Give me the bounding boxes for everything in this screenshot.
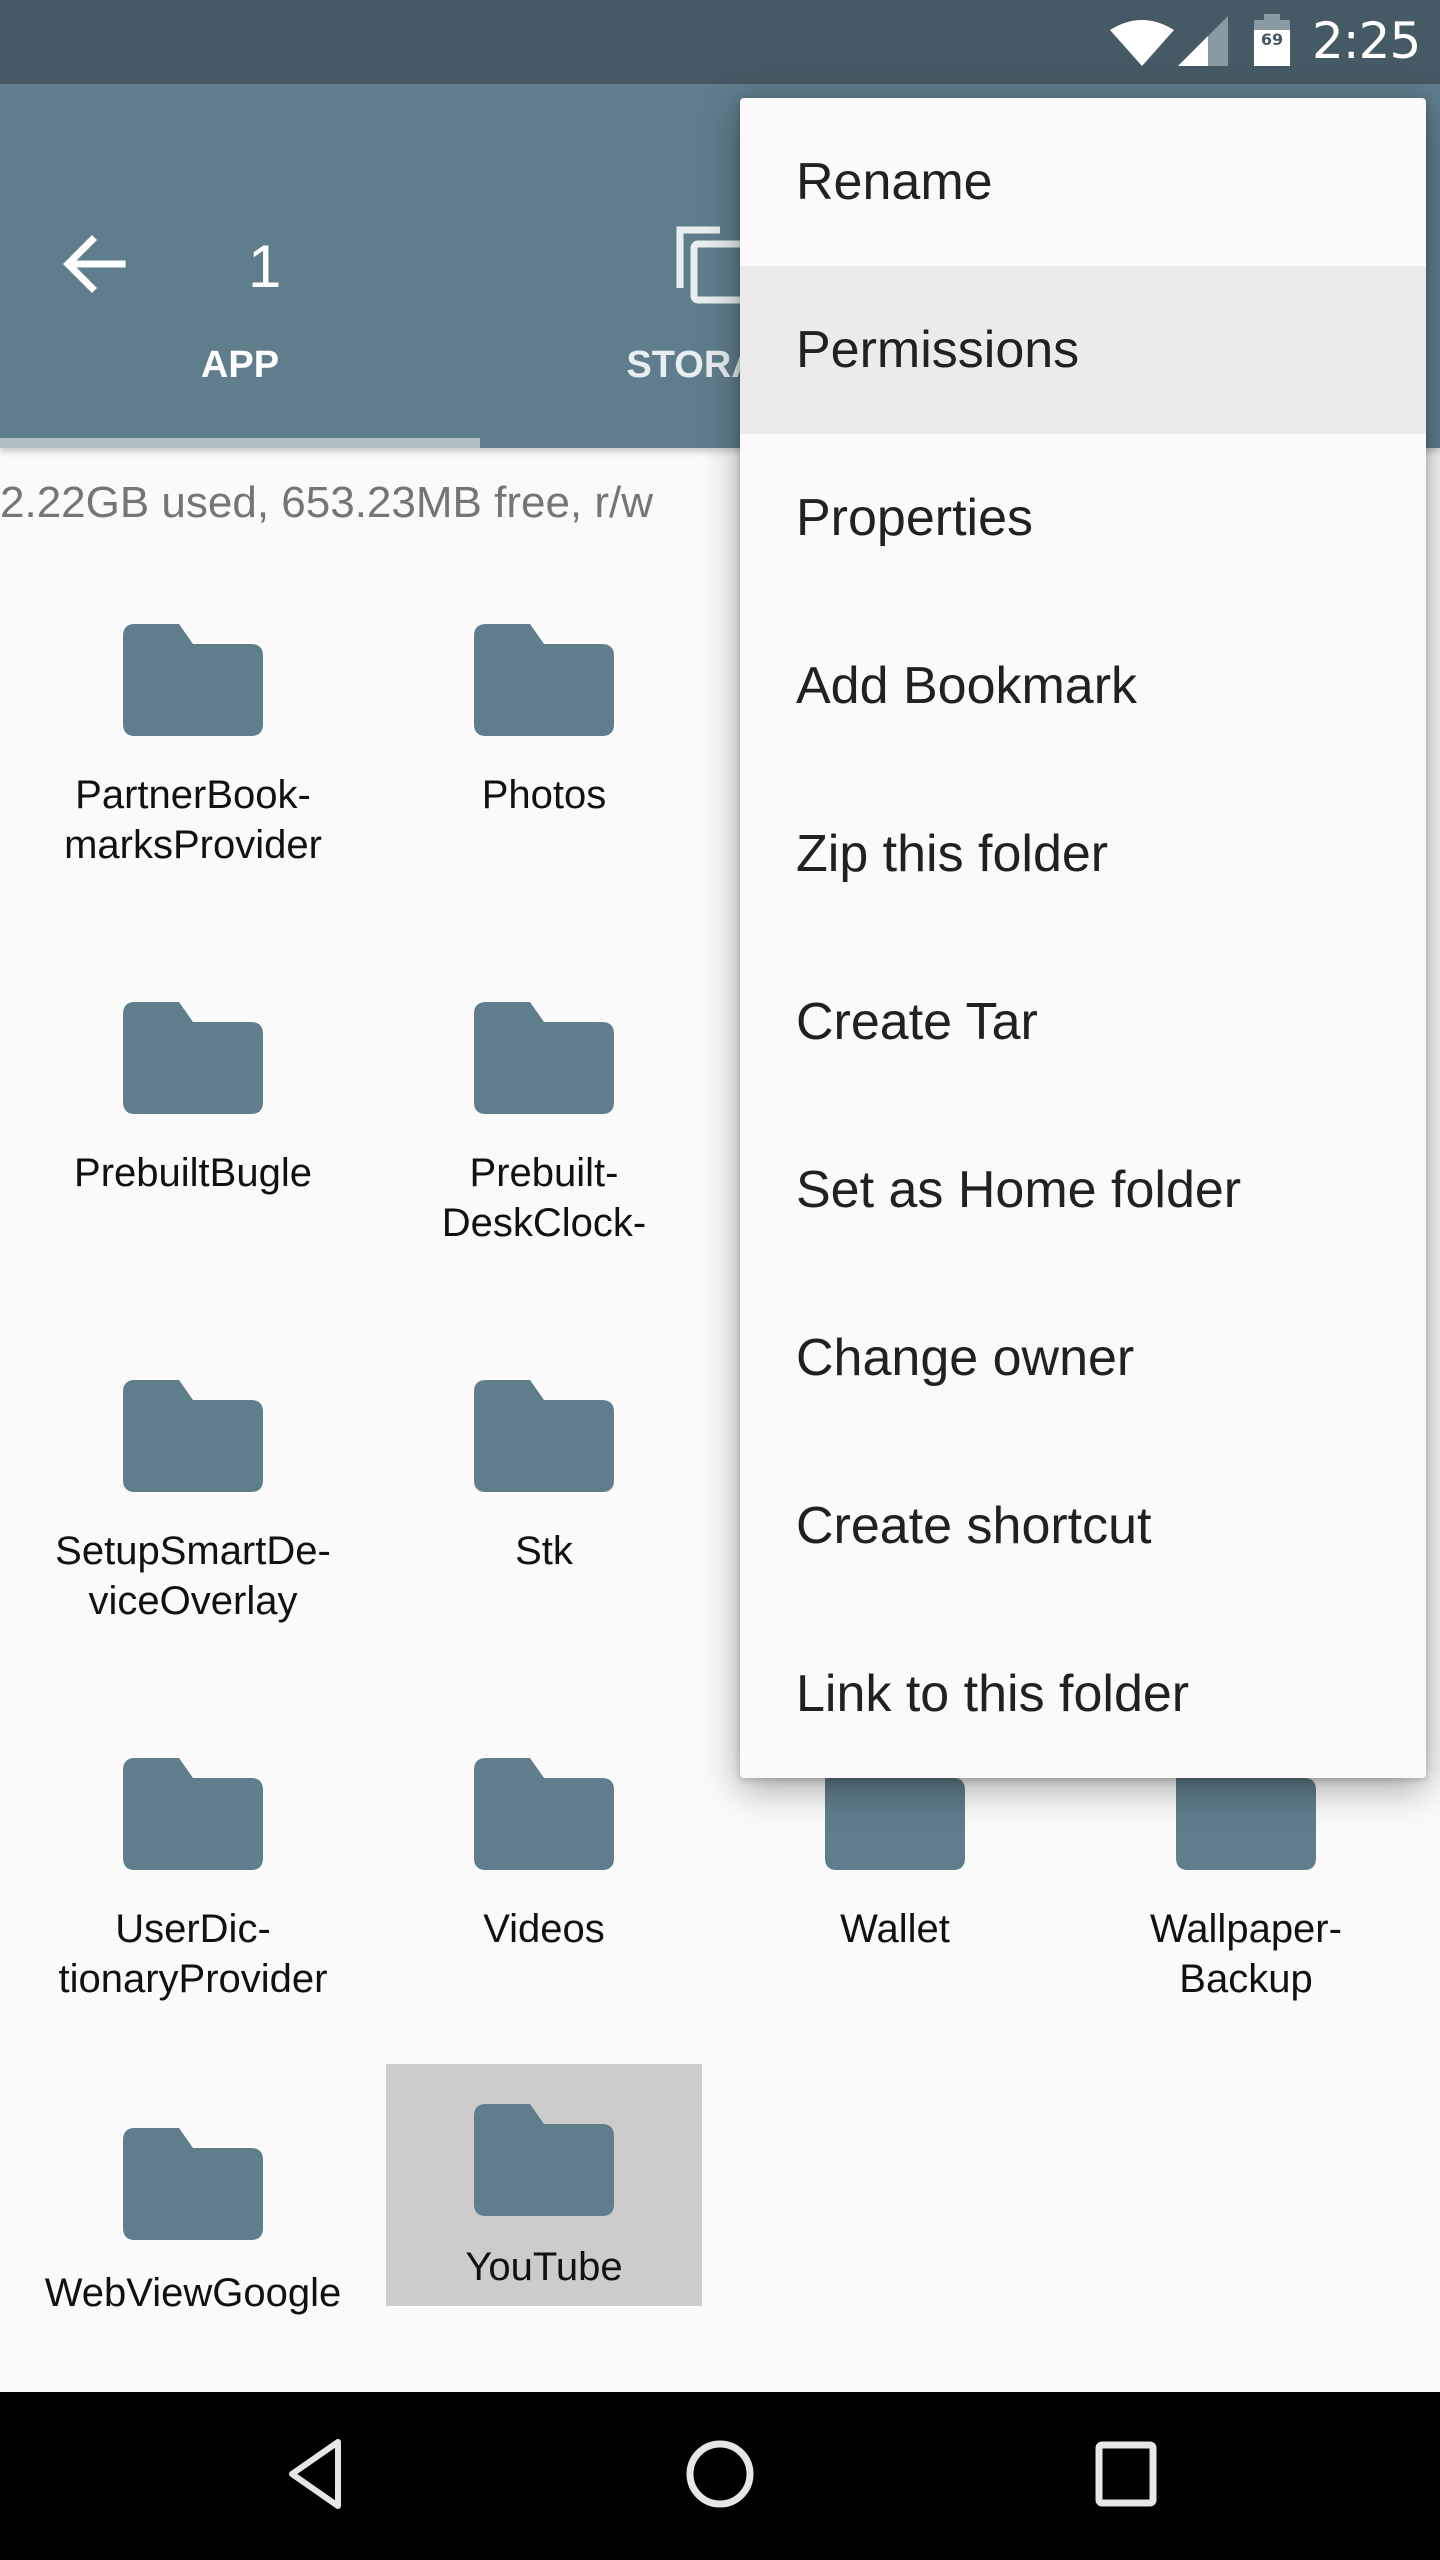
folder-item[interactable]: SetupSmartDe- viceOverlay — [35, 1316, 351, 1623]
battery-icon: 69 — [1254, 14, 1290, 66]
folder-item[interactable]: PartnerBook- marksProvider — [35, 560, 351, 867]
arrow-left-icon[interactable] — [62, 234, 126, 294]
folder-name: PartnerBook- marksProvider — [64, 773, 322, 867]
menu-item-add-bookmark[interactable]: Add Bookmark — [740, 602, 1426, 770]
folder-name: Stk — [515, 1529, 573, 1573]
folder-name: UserDic- tionaryProvider — [58, 1907, 328, 2001]
menu-item-set-as-home-folder[interactable]: Set as Home folder — [740, 1106, 1426, 1274]
battery-percent: 69 — [1260, 30, 1284, 49]
cell-signal-icon — [1178, 16, 1228, 66]
menu-item-change-owner[interactable]: Change owner — [740, 1274, 1426, 1442]
folder-item[interactable]: PrebuiltBugle — [35, 938, 351, 1195]
menu-item-permissions[interactable]: Permissions — [740, 266, 1426, 434]
selection-count-title: 1 — [248, 233, 282, 300]
navigation-bar — [0, 2392, 1440, 2560]
folder-item[interactable]: WebViewGoogle — [35, 2072, 351, 2315]
nav-home-icon[interactable] — [684, 2436, 756, 2512]
folder-icon — [123, 1002, 263, 1114]
folder-name: Prebuilt- DeskClock- — [441, 1151, 647, 1245]
folder-name: Videos — [483, 1907, 605, 1951]
menu-item-link-to-this-folder[interactable]: Link to this folder — [740, 1610, 1426, 1778]
folder-icon — [123, 1380, 263, 1492]
menu-item-properties[interactable]: Properties — [740, 434, 1426, 602]
folder-icon — [474, 1380, 614, 1492]
status-bar: 69 2:25 — [0, 0, 1440, 84]
menu-item-zip-this-folder[interactable]: Zip this folder — [740, 770, 1426, 938]
folder-name: SetupSmartDe- viceOverlay — [55, 1529, 331, 1623]
folder-icon — [123, 2128, 263, 2240]
storage-info: 2.22GB used, 653.23MB free, r/w — [0, 478, 654, 527]
folder-icon — [474, 1002, 614, 1114]
folder-item[interactable]: Prebuilt- DeskClock- — [386, 938, 702, 1245]
folder-name: Wallet — [840, 1907, 950, 1951]
folder-icon — [474, 1758, 614, 1870]
nav-back-icon[interactable] — [284, 2436, 348, 2512]
tab-app[interactable]: APP — [0, 324, 480, 448]
nav-recents-icon[interactable] — [1094, 2440, 1158, 2508]
folder-name: Photos — [481, 773, 607, 817]
folder-icon — [474, 624, 614, 736]
folder-name: WebViewGoogle — [44, 2271, 342, 2315]
folder-icon — [123, 624, 263, 736]
menu-item-create-shortcut[interactable]: Create shortcut — [740, 1442, 1426, 1610]
folder-item[interactable]: UserDic- tionaryProvider — [35, 1694, 351, 2001]
status-time: 2:25 — [1312, 12, 1421, 70]
context-menu: Rename Permissions Properties Add Bookmark Z… — [740, 98, 1426, 1778]
menu-item-rename[interactable]: Rename — [740, 98, 1426, 266]
folder-icon — [474, 2104, 614, 2216]
tab-indicator — [0, 438, 480, 448]
menu-item-create-tar[interactable]: Create Tar — [740, 938, 1426, 1106]
folder-icon — [123, 1758, 263, 1870]
wifi-icon — [1110, 20, 1174, 66]
folder-item[interactable]: Stk — [386, 1316, 702, 1573]
folder-name: YouTube — [465, 2245, 623, 2289]
folder-item[interactable]: YouTube — [386, 2064, 702, 2306]
folder-item[interactable]: Videos — [386, 1694, 702, 1951]
folder-name: Wallpaper- Backup — [1150, 1907, 1342, 2001]
folder-name: PrebuiltBugle — [74, 1151, 312, 1195]
folder-item[interactable]: Photos — [386, 560, 702, 817]
